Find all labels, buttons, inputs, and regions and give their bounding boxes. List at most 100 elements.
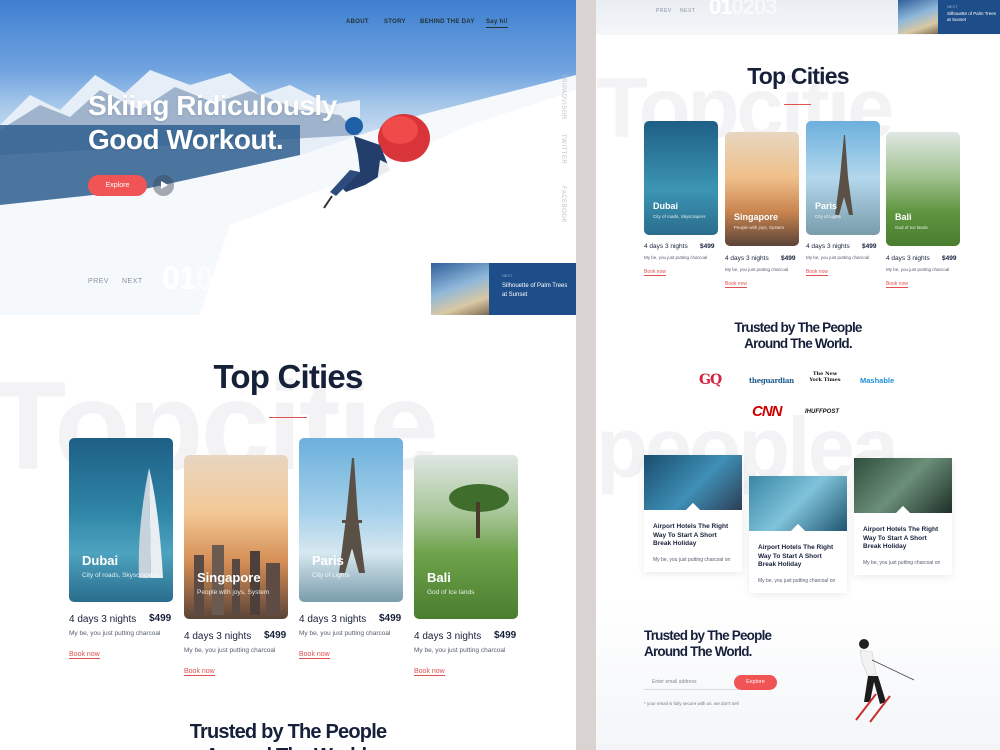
trip-price: $499 xyxy=(700,243,715,250)
city-subtitle: God of Ice lands xyxy=(895,225,928,230)
newsletter-section xyxy=(596,600,1000,750)
social-tripadvisor[interactable]: TRIPADVISOR xyxy=(560,74,566,120)
trip-price: $499 xyxy=(494,630,517,641)
logo-mashable: Mashable xyxy=(860,376,895,385)
top-cities-title: Top Cities xyxy=(213,358,363,395)
logo-huffpost: IHUFFPOST xyxy=(805,409,839,415)
trip-duration: 4 days 3 nights xyxy=(184,631,252,642)
trip-description: My be, you just putting charcoal xyxy=(299,630,391,637)
prev-button-small[interactable]: PREV xyxy=(656,8,672,14)
blog-title[interactable]: Airport Hotels The Right Way To Start A … xyxy=(758,544,840,570)
next-button[interactable]: NEXT xyxy=(122,278,143,285)
blog-description: My be, you just putting charcoal on xyxy=(758,578,836,584)
city-card-dubai[interactable]: Dubai City of roads, Skyscrapers xyxy=(69,438,173,602)
trip-duration: 4 days 3 nights xyxy=(725,255,769,262)
city-card-bali[interactable]: Bali God of Ice lands xyxy=(886,132,960,246)
slide-counter: 010203 xyxy=(162,260,264,297)
next-slide-card[interactable]: NEXT Silhouette of Palm Trees at Sunset xyxy=(431,263,576,315)
book-now-link[interactable]: Book now xyxy=(184,668,215,676)
nav-story[interactable]: STORY xyxy=(384,19,406,25)
book-now-link[interactable]: Book now xyxy=(69,651,100,659)
newsletter-title: Trusted by The People Around The World. xyxy=(644,628,824,660)
trip-price: $499 xyxy=(149,613,172,624)
next-button-small[interactable]: NEXT xyxy=(680,8,695,14)
hero-section: ABOUT STORY BEHIND THE DAY Say hi! Skiin… xyxy=(0,0,576,315)
slide-counter-small: 010203 xyxy=(709,0,778,20)
blog-card-image xyxy=(854,458,952,513)
hero-title: Skiing Ridiculously Good Workout. xyxy=(88,90,337,155)
trip-price: $499 xyxy=(781,255,796,262)
book-now-link[interactable]: Book now xyxy=(886,281,908,288)
next-slide-title: Silhouette of Palm Trees at Sunset xyxy=(502,283,568,298)
ghost-background-text-2: peoplea xyxy=(596,401,899,496)
trusted-title-line1: Trusted by The People xyxy=(734,320,862,335)
trusted-title-line1: Trusted by The People xyxy=(189,721,387,743)
slide-01[interactable]: 01 xyxy=(162,260,197,296)
book-now-link[interactable]: Book now xyxy=(644,269,666,276)
city-card-paris[interactable]: Paris City of Lights xyxy=(806,121,880,235)
trip-duration: 4 days 3 nights xyxy=(299,614,367,625)
book-now-link[interactable]: Book now xyxy=(725,281,747,288)
city-name: Paris xyxy=(312,553,344,568)
city-card-paris[interactable]: Paris City of Lights xyxy=(299,438,403,602)
blog-description: My be, you just putting charcoal on xyxy=(863,560,941,566)
nav-say-hi[interactable]: Say hi! xyxy=(486,19,508,28)
prev-button[interactable]: PREV xyxy=(88,278,109,285)
blog-card[interactable]: Airport Hotels The Right Way To Start A … xyxy=(749,476,847,593)
explore-button[interactable]: Explore xyxy=(88,175,147,196)
blog-description: My be, you just putting charcoal on xyxy=(653,557,731,563)
logo-nyt: The New York Times xyxy=(809,371,841,383)
trip-price: $499 xyxy=(379,613,402,624)
city-name: Singapore xyxy=(197,570,261,585)
city-card-singapore[interactable]: Singapore People with joys, System xyxy=(184,455,288,619)
city-card-bali[interactable]: Bali God of Ice lands xyxy=(414,455,518,619)
city-name: Bali xyxy=(895,212,912,222)
book-now-link[interactable]: Book now xyxy=(414,668,445,676)
slide-03[interactable]: 03 xyxy=(229,260,264,296)
blog-title[interactable]: Airport Hotels The Right Way To Start A … xyxy=(863,526,945,552)
email-input[interactable]: Enter email address xyxy=(644,676,740,690)
trusted-title-line2: Around The World. xyxy=(744,336,852,351)
blog-card-image xyxy=(749,476,847,531)
social-facebook[interactable]: FACEBOOK xyxy=(560,186,566,223)
social-twitter[interactable]: TWITTER xyxy=(560,134,566,164)
city-card-dubai[interactable]: Dubai City of roads, Skyscrapers xyxy=(644,121,718,235)
trip-duration: 4 days 3 nights xyxy=(644,243,688,250)
city-name: Dubai xyxy=(82,553,119,568)
city-name: Bali xyxy=(427,570,451,585)
city-card-singapore[interactable]: Singapore People with joys, System xyxy=(725,132,799,246)
next-slide-label: NEXT xyxy=(502,273,513,278)
slide-02[interactable]: 02 xyxy=(196,260,231,296)
next-slide-card-small[interactable]: NEXT Silhouette of Palm Trees at Sunset xyxy=(898,0,1000,34)
blog-card[interactable]: Airport Hotels The Right Way To Start A … xyxy=(854,458,952,575)
trip-description: My be, you just putting charcoal xyxy=(886,267,950,272)
nav-about[interactable]: ABOUT xyxy=(346,19,369,25)
blog-title[interactable]: Airport Hotels The Right Way To Start A … xyxy=(653,523,735,549)
city-subtitle: People with joys, System xyxy=(197,589,270,596)
slide-03[interactable]: 03 xyxy=(754,0,778,19)
newsletter-title-line1: Trusted by The People xyxy=(644,628,772,643)
newsletter-explore-button[interactable]: Explore xyxy=(734,675,777,690)
logo-gq: GQ xyxy=(699,372,722,388)
play-icon[interactable] xyxy=(153,175,174,196)
city-name: Dubai xyxy=(653,201,679,211)
slide-01[interactable]: 01 xyxy=(709,0,733,19)
trip-duration: 4 days 3 nights xyxy=(414,631,482,642)
trip-price: $499 xyxy=(862,243,877,250)
landing-page-right: PREV NEXT 010203 NEXT Silhouette of Palm… xyxy=(596,0,1000,750)
next-slide-thumbnail xyxy=(431,263,489,315)
city-card-image xyxy=(835,135,853,215)
skier-illustration xyxy=(855,639,915,723)
trip-description: My be, you just putting charcoal xyxy=(184,647,276,654)
blog-card[interactable]: Airport Hotels The Right Way To Start A … xyxy=(644,455,742,572)
trip-duration: 4 days 3 nights xyxy=(886,255,930,262)
book-now-link[interactable]: Book now xyxy=(806,269,828,276)
slide-02[interactable]: 02 xyxy=(731,0,755,19)
city-subtitle: City of Lights xyxy=(815,214,842,219)
title-underline xyxy=(784,104,811,105)
nav-behind-the-day[interactable]: BEHIND THE DAY xyxy=(420,19,475,25)
book-now-link[interactable]: Book now xyxy=(299,651,330,659)
trip-price: $499 xyxy=(264,630,287,641)
newsletter-title-line2: Around The World. xyxy=(644,644,752,659)
blog-card-image xyxy=(644,455,742,510)
